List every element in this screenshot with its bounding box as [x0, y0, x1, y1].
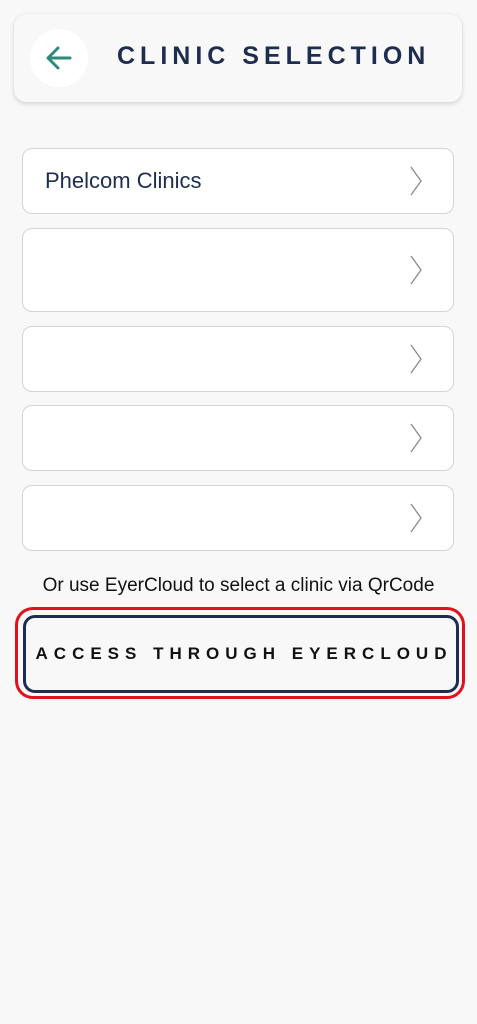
page-title: CLINIC SELECTION	[117, 42, 431, 70]
clinic-item-3[interactable]	[22, 326, 454, 392]
arrow-left-icon	[46, 46, 72, 70]
access-eyercloud-button[interactable]: ACCESS THROUGH EYERCLOUD	[23, 615, 459, 693]
clinic-item-2[interactable]	[22, 228, 454, 312]
clinic-item-4[interactable]	[22, 405, 454, 471]
chevron-right-icon	[410, 344, 422, 374]
chevron-right-icon	[410, 255, 422, 285]
clinic-item-label: Phelcom Clinics	[45, 168, 202, 193]
chevron-right-icon	[410, 166, 422, 196]
clinic-item-phelcom[interactable]: Phelcom Clinics	[22, 148, 454, 214]
clinic-item-5[interactable]	[22, 485, 454, 551]
chevron-right-icon	[410, 423, 422, 453]
access-eyercloud-label: ACCESS THROUGH EYERCLOUD	[35, 644, 453, 663]
clinic-selection-screen: CLINIC SELECTION Phelcom Clinics Or use …	[0, 0, 477, 1024]
header-card: CLINIC SELECTION	[14, 14, 462, 102]
chevron-right-icon	[410, 503, 422, 533]
back-button[interactable]	[30, 29, 88, 87]
qr-code-prompt: Or use EyerCloud to select a clinic via …	[42, 575, 435, 596]
